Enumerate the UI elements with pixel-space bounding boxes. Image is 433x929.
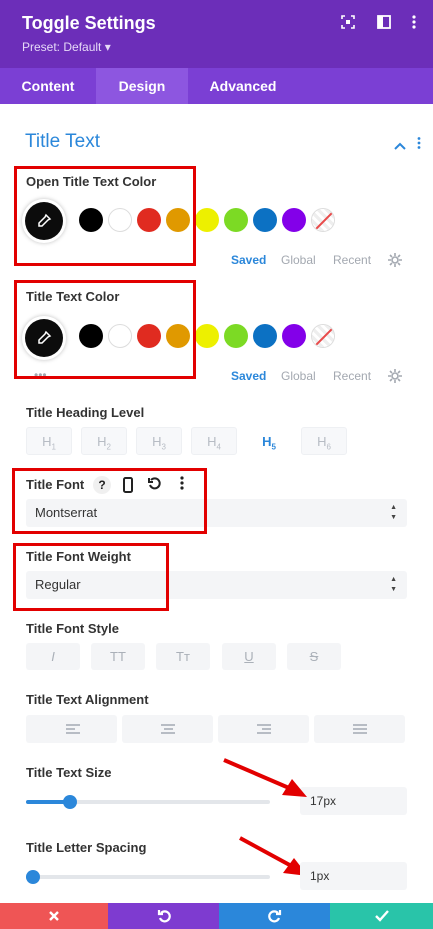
save-button[interactable] <box>330 903 433 929</box>
letter-spacing-slider[interactable] <box>26 870 270 884</box>
letter-spacing-label: Title Letter Spacing <box>26 840 147 855</box>
check-icon <box>374 910 389 922</box>
undo-button[interactable] <box>108 903 219 929</box>
redo-button[interactable] <box>219 903 330 929</box>
letter-spacing-input[interactable]: 1px <box>300 862 407 890</box>
arrow-annotation <box>223 758 308 876</box>
undo-icon <box>157 910 171 923</box>
close-icon <box>49 911 59 921</box>
redo-icon <box>267 910 281 923</box>
cancel-button[interactable] <box>0 903 108 929</box>
action-footer <box>0 903 433 929</box>
slider-handle[interactable] <box>26 870 40 884</box>
